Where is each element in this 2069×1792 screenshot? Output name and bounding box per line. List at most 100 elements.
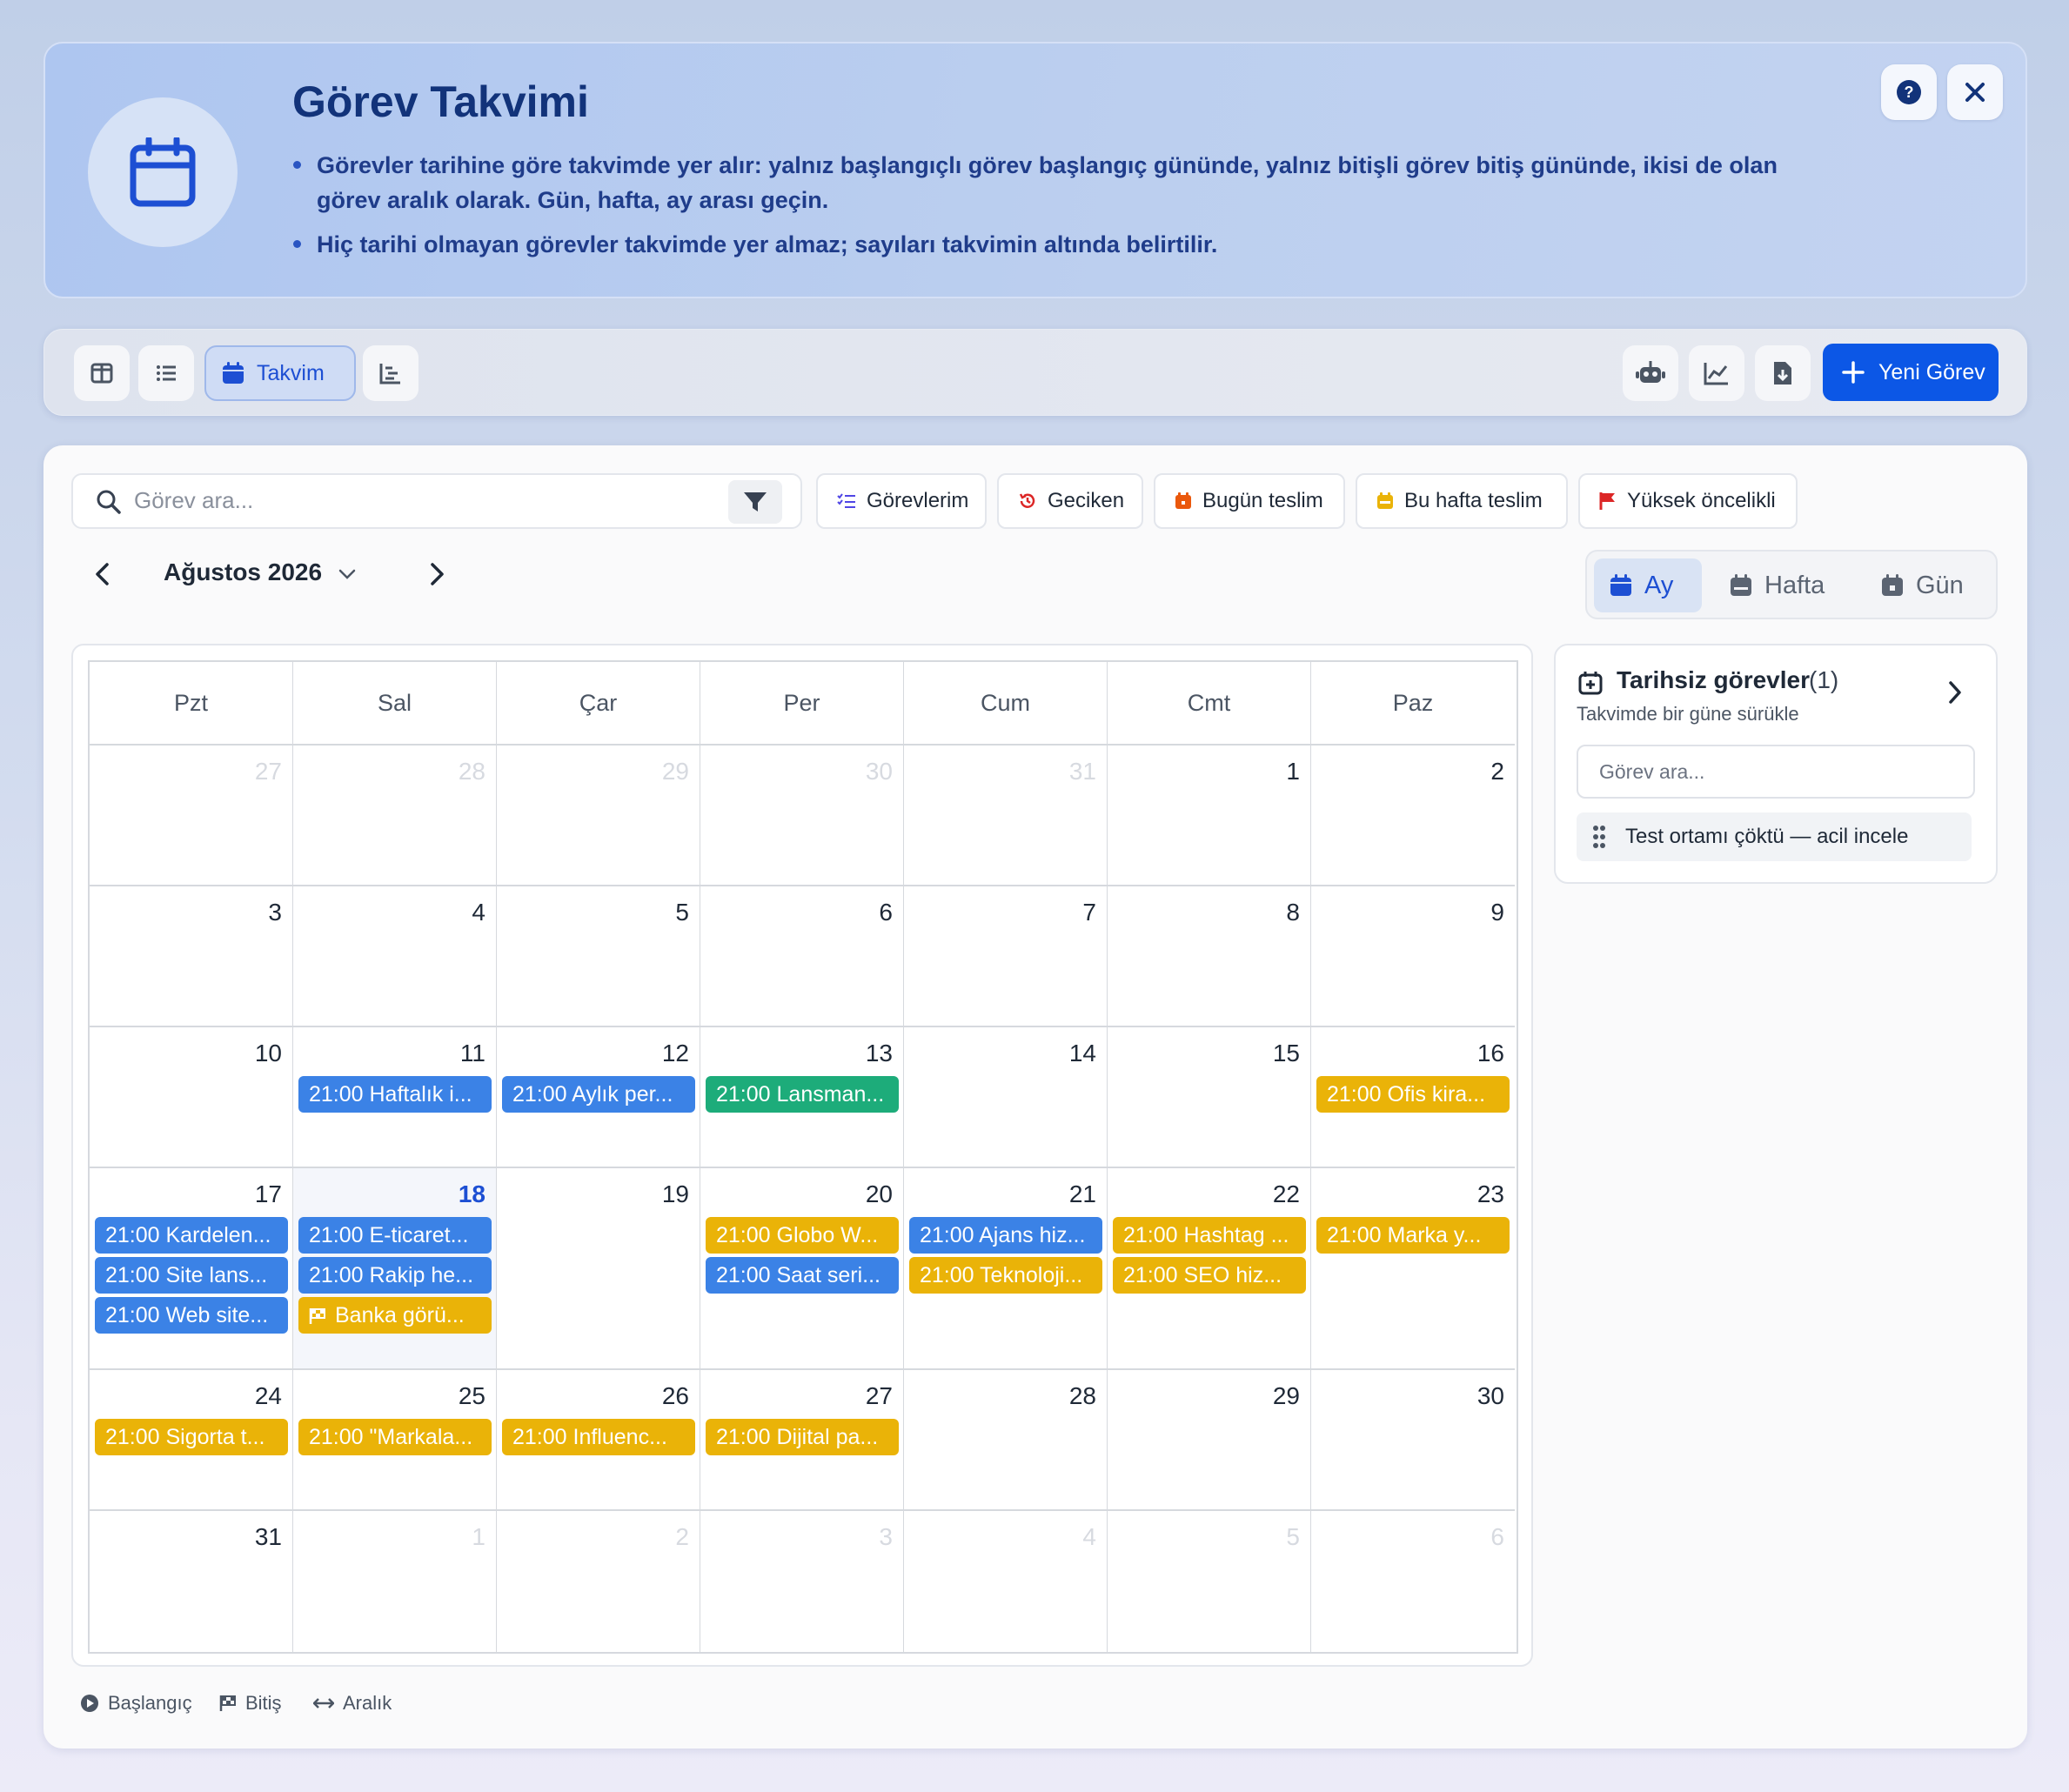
calendar-event[interactable]: 21:00 Web site... xyxy=(95,1297,288,1334)
calendar-event[interactable]: 21:00 Dijital pa... xyxy=(706,1419,899,1455)
calendar-day-cell[interactable]: 25 21:00 "Markala... xyxy=(293,1370,497,1511)
calendar-day-cell[interactable]: 6 xyxy=(700,886,904,1027)
calendar-event[interactable]: 21:00 Kardelen... xyxy=(95,1217,288,1254)
undated-task-label: Test ortamı çöktü — acil incele xyxy=(1625,825,1909,848)
new-task-button[interactable]: Yeni Görev xyxy=(1823,344,1999,401)
search-input[interactable]: Görev ara... xyxy=(134,487,253,514)
calendar-day-cell[interactable]: 12 21:00 Aylık per... xyxy=(497,1027,700,1168)
calendar-day-cell[interactable]: 4 xyxy=(293,886,497,1027)
calendar-day-cell[interactable]: 19 xyxy=(497,1168,700,1370)
month-grid: Pzt Sal Çar Per Cum Cmt Paz 27 28 29 30 31 1 2 3 4 5 6 7 8 9… xyxy=(88,660,1518,1654)
calendar-day-cell[interactable]: 13 21:00 Lansman... xyxy=(700,1027,904,1168)
calendar-day-cell[interactable]: 11 21:00 Haftalık i... xyxy=(293,1027,497,1168)
calendar-event[interactable]: 21:00 Rakip he... xyxy=(298,1257,492,1294)
tab-calendar[interactable]: Takvim xyxy=(204,345,356,401)
filter-my-tasks[interactable]: Görevlerim xyxy=(816,473,987,529)
calendar-event[interactable]: 21:00 Ofis kira... xyxy=(1316,1076,1510,1113)
calendar-day-cell[interactable]: 26 21:00 Influenc... xyxy=(497,1370,700,1511)
calendar-day-cell[interactable]: 1 xyxy=(293,1511,497,1652)
calendar-event[interactable]: 21:00 Haftalık i... xyxy=(298,1076,492,1113)
filter-due-this-week[interactable]: Bu hafta teslim xyxy=(1356,473,1568,529)
legend-label: Başlangıç xyxy=(108,1692,192,1714)
calendar-event[interactable]: 21:00 SEO hiz... xyxy=(1113,1257,1306,1294)
calendar-frame: Pzt Sal Çar Per Cum Cmt Paz 27 28 29 30 31 1 2 3 4 5 6 7 8 9… xyxy=(71,644,1533,1667)
filter-high-priority[interactable]: Yüksek öncelikli xyxy=(1578,473,1798,529)
previous-month-button[interactable] xyxy=(85,557,120,592)
calendar-day-cell[interactable]: 4 xyxy=(904,1511,1108,1652)
month-picker[interactable]: Ağustos 2026 xyxy=(164,558,357,586)
calendar-day-cell[interactable]: 17 21:00 Kardelen... 21:00 Site lans... 21:… xyxy=(90,1168,293,1370)
close-button[interactable] xyxy=(1947,64,2003,120)
calendar-event[interactable]: 21:00 Saat seri... xyxy=(706,1257,899,1294)
calendar-day-cell[interactable]: 10 xyxy=(90,1027,293,1168)
calendar-event[interactable]: Banka görü... xyxy=(298,1297,492,1334)
filter-button[interactable] xyxy=(728,480,782,524)
calendar-event[interactable]: 21:00 Aylık per... xyxy=(502,1076,695,1113)
export-button[interactable] xyxy=(1755,345,1811,401)
calendar-day-cell[interactable]: 8 xyxy=(1108,886,1311,1027)
chevron-right-icon[interactable] xyxy=(1947,680,1963,705)
calendar-day-cell[interactable]: 30 xyxy=(700,746,904,886)
day-number: 29 xyxy=(1272,1382,1300,1409)
view-month[interactable]: Ay xyxy=(1594,558,1702,612)
board-view-button[interactable] xyxy=(74,345,130,401)
calendar-day-cell[interactable]: 28 xyxy=(293,746,497,886)
calendar-event[interactable]: 21:00 Sigorta t... xyxy=(95,1419,288,1455)
calendar-day-cell[interactable]: 3 xyxy=(700,1511,904,1652)
analytics-button[interactable] xyxy=(1689,345,1744,401)
calendar-day-cell[interactable]: 30 xyxy=(1311,1370,1515,1511)
ai-assistant-button[interactable] xyxy=(1623,345,1678,401)
calendar-day-cell[interactable]: 7 xyxy=(904,886,1108,1027)
calendar-day-cell[interactable]: 23 21:00 Marka y... xyxy=(1311,1168,1515,1370)
next-month-button[interactable] xyxy=(419,557,454,592)
filter-overdue[interactable]: Geciken xyxy=(997,473,1143,529)
calendar-day-cell[interactable]: 3 xyxy=(90,886,293,1027)
calendar-day-cell[interactable]: 21 21:00 Ajans hiz... 21:00 Teknoloji... xyxy=(904,1168,1108,1370)
calendar-day-cell[interactable]: 22 21:00 Hashtag ... 21:00 SEO hiz... xyxy=(1108,1168,1311,1370)
calendar-day-cell[interactable]: 2 xyxy=(497,1511,700,1652)
calendar-day-cell[interactable]: 29 xyxy=(1108,1370,1311,1511)
calendar-day-cell[interactable]: 6 xyxy=(1311,1511,1515,1652)
view-week[interactable]: Hafta xyxy=(1714,558,1845,612)
filter-due-today[interactable]: Bugün teslim xyxy=(1154,473,1345,529)
calendar-day-cell[interactable]: 1 xyxy=(1108,746,1311,886)
calendar-event[interactable]: 21:00 Lansman... xyxy=(706,1076,899,1113)
calendar-day-cell[interactable]: 31 xyxy=(90,1511,293,1652)
gantt-view-button[interactable] xyxy=(363,345,418,401)
drag-handle-icon[interactable] xyxy=(1592,825,1606,849)
calendar-event[interactable]: 21:00 "Markala... xyxy=(298,1419,492,1455)
calendar-event[interactable]: 21:00 Marka y... xyxy=(1316,1217,1510,1254)
calendar-event[interactable]: 21:00 Site lans... xyxy=(95,1257,288,1294)
tab-calendar-label: Takvim xyxy=(257,360,325,385)
list-view-button[interactable] xyxy=(138,345,194,401)
calendar-day-cell[interactable]: 28 xyxy=(904,1370,1108,1511)
calendar-day-cell[interactable]: 29 xyxy=(497,746,700,886)
calendar-event[interactable]: 21:00 Ajans hiz... xyxy=(909,1217,1102,1254)
calendar-day-cell[interactable]: 5 xyxy=(1108,1511,1311,1652)
calendar-day-cell[interactable]: 5 xyxy=(497,886,700,1027)
calendar-day-cell[interactable]: 15 xyxy=(1108,1027,1311,1168)
calendar-day-cell[interactable]: 14 xyxy=(904,1027,1108,1168)
calendar-event[interactable]: 21:00 E-ticaret... xyxy=(298,1217,492,1254)
undated-task-item[interactable]: Test ortamı çöktü — acil incele xyxy=(1577,812,1972,861)
task-search[interactable]: Görev ara... xyxy=(71,473,802,529)
calendar-event[interactable]: 21:00 Hashtag ... xyxy=(1113,1217,1306,1254)
calendar-day-cell[interactable]: 20 21:00 Globo W... 21:00 Saat seri... xyxy=(700,1168,904,1370)
calendar-day-cell[interactable]: 9 xyxy=(1311,886,1515,1027)
calendar-day-cell[interactable]: 24 21:00 Sigorta t... xyxy=(90,1370,293,1511)
calendar-day-cell[interactable]: 18 21:00 E-ticaret... 21:00 Rakip he... Ban… xyxy=(293,1168,497,1370)
calendar-day-cell[interactable]: 27 xyxy=(90,746,293,886)
calendar-day-cell[interactable]: 2 xyxy=(1311,746,1515,886)
calendar-event[interactable]: 21:00 Influenc... xyxy=(502,1419,695,1455)
help-button[interactable]: ? xyxy=(1881,64,1937,120)
calendar-event[interactable]: 21:00 Globo W... xyxy=(706,1217,899,1254)
day-number: 30 xyxy=(1476,1382,1504,1409)
filter-label: Bu hafta teslim xyxy=(1404,489,1543,512)
calendar-day-cell[interactable]: 16 21:00 Ofis kira... xyxy=(1311,1027,1515,1168)
calendar-event[interactable]: 21:00 Teknoloji... xyxy=(909,1257,1102,1294)
view-day[interactable]: Gün xyxy=(1865,558,1979,612)
calendar-day-cell[interactable]: 27 21:00 Dijital pa... xyxy=(700,1370,904,1511)
undated-search-input[interactable]: Görev ara... xyxy=(1577,745,1975,799)
calendar-day-cell[interactable]: 31 xyxy=(904,746,1108,886)
legend-start: Başlangıç xyxy=(80,1692,192,1715)
